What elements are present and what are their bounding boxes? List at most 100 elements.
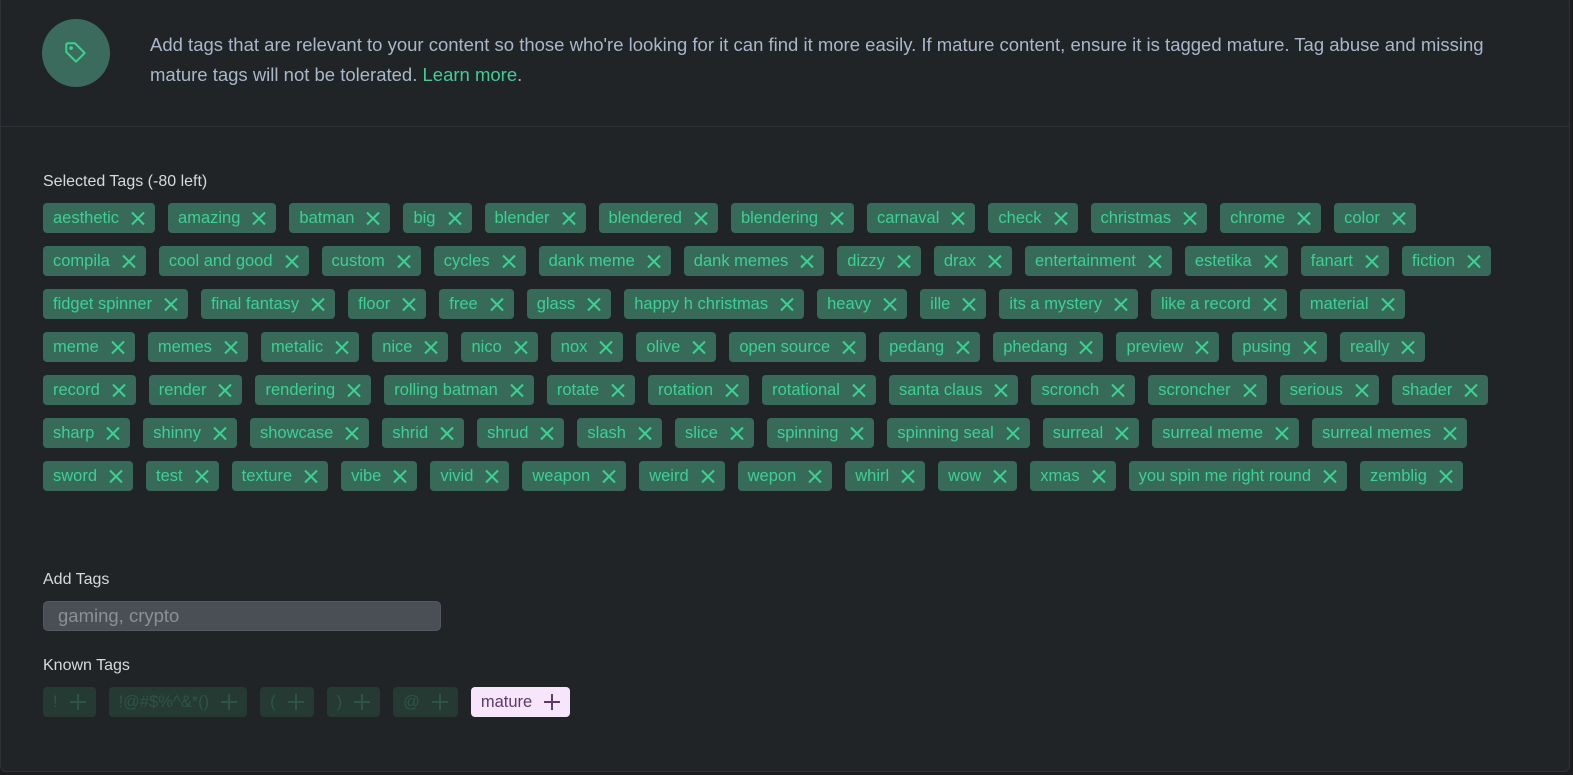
remove-tag-icon[interactable]	[195, 469, 209, 483]
remove-tag-icon[interactable]	[901, 469, 915, 483]
add-tag-icon[interactable]	[431, 694, 448, 710]
remove-tag-icon[interactable]	[962, 297, 976, 311]
remove-tag-icon[interactable]	[850, 426, 864, 440]
add-tag-icon[interactable]	[287, 694, 304, 710]
known-tag[interactable]: !@#$%^&*()	[108, 687, 248, 717]
remove-tag-icon[interactable]	[988, 254, 1002, 268]
remove-tag-icon[interactable]	[311, 297, 325, 311]
remove-tag-icon[interactable]	[1297, 211, 1311, 225]
remove-tag-icon[interactable]	[1303, 340, 1317, 354]
remove-tag-icon[interactable]	[994, 383, 1008, 397]
remove-tag-icon[interactable]	[213, 426, 227, 440]
remove-tag-icon[interactable]	[638, 426, 652, 440]
remove-tag-icon[interactable]	[393, 469, 407, 483]
known-tag[interactable]: mature	[470, 687, 571, 717]
remove-tag-icon[interactable]	[562, 211, 576, 225]
remove-tag-icon[interactable]	[692, 340, 706, 354]
remove-tag-icon[interactable]	[224, 340, 238, 354]
remove-tag-icon[interactable]	[402, 297, 416, 311]
remove-tag-icon[interactable]	[1111, 383, 1125, 397]
remove-tag-icon[interactable]	[345, 426, 359, 440]
remove-tag-icon[interactable]	[1381, 297, 1395, 311]
remove-tag-icon[interactable]	[335, 340, 349, 354]
notice-period: .	[517, 64, 523, 85]
add-tag-icon[interactable]	[544, 694, 561, 710]
remove-tag-icon[interactable]	[540, 426, 554, 440]
remove-tag-icon[interactable]	[111, 340, 125, 354]
known-tag[interactable]: @	[393, 687, 458, 717]
remove-tag-icon[interactable]	[112, 383, 126, 397]
add-tag-icon[interactable]	[354, 694, 371, 710]
remove-tag-icon[interactable]	[252, 211, 266, 225]
remove-tag-icon[interactable]	[1195, 340, 1209, 354]
remove-tag-icon[interactable]	[1464, 383, 1478, 397]
remove-tag-icon[interactable]	[440, 426, 454, 440]
remove-tag-icon[interactable]	[587, 297, 601, 311]
remove-tag-icon[interactable]	[514, 340, 528, 354]
remove-tag-icon[interactable]	[1092, 469, 1106, 483]
remove-tag-icon[interactable]	[109, 469, 123, 483]
remove-tag-icon[interactable]	[106, 426, 120, 440]
remove-tag-icon[interactable]	[1467, 254, 1481, 268]
remove-tag-icon[interactable]	[366, 211, 380, 225]
remove-tag-icon[interactable]	[1439, 469, 1453, 483]
remove-tag-icon[interactable]	[347, 383, 361, 397]
remove-tag-icon[interactable]	[694, 211, 708, 225]
remove-tag-icon[interactable]	[1323, 469, 1337, 483]
remove-tag-icon[interactable]	[852, 383, 866, 397]
remove-tag-icon[interactable]	[510, 383, 524, 397]
remove-tag-icon[interactable]	[1114, 297, 1128, 311]
remove-tag-icon[interactable]	[502, 254, 516, 268]
remove-tag-icon[interactable]	[897, 254, 911, 268]
known-tag[interactable]: !	[43, 687, 96, 717]
add-tag-icon[interactable]	[221, 694, 238, 710]
remove-tag-icon[interactable]	[164, 297, 178, 311]
learn-more-link[interactable]: Learn more	[423, 64, 518, 85]
remove-tag-icon[interactable]	[448, 211, 462, 225]
remove-tag-icon[interactable]	[1264, 254, 1278, 268]
remove-tag-icon[interactable]	[424, 340, 438, 354]
remove-tag-icon[interactable]	[218, 383, 232, 397]
remove-tag-icon[interactable]	[800, 254, 814, 268]
remove-tag-icon[interactable]	[730, 426, 744, 440]
remove-tag-icon[interactable]	[883, 297, 897, 311]
remove-tag-icon[interactable]	[602, 469, 616, 483]
remove-tag-icon[interactable]	[1392, 211, 1406, 225]
remove-tag-icon[interactable]	[842, 340, 856, 354]
remove-tag-icon[interactable]	[993, 469, 1007, 483]
remove-tag-icon[interactable]	[397, 254, 411, 268]
remove-tag-icon[interactable]	[1148, 254, 1162, 268]
remove-tag-icon[interactable]	[1183, 211, 1197, 225]
remove-tag-icon[interactable]	[956, 340, 970, 354]
add-tags-input[interactable]	[43, 601, 441, 631]
remove-tag-icon[interactable]	[490, 297, 504, 311]
remove-tag-icon[interactable]	[1365, 254, 1379, 268]
known-tag[interactable]: )	[326, 687, 381, 717]
remove-tag-icon[interactable]	[599, 340, 613, 354]
add-tag-icon[interactable]	[69, 694, 86, 710]
remove-tag-icon[interactable]	[1401, 340, 1415, 354]
remove-tag-icon[interactable]	[1079, 340, 1093, 354]
known-tag[interactable]: (	[260, 687, 314, 717]
remove-tag-icon[interactable]	[830, 211, 844, 225]
remove-tag-icon[interactable]	[780, 297, 794, 311]
remove-tag-icon[interactable]	[1275, 426, 1289, 440]
remove-tag-icon[interactable]	[1006, 426, 1020, 440]
remove-tag-icon[interactable]	[122, 254, 136, 268]
remove-tag-icon[interactable]	[725, 383, 739, 397]
remove-tag-icon[interactable]	[951, 211, 965, 225]
remove-tag-icon[interactable]	[1355, 383, 1369, 397]
remove-tag-icon[interactable]	[1115, 426, 1129, 440]
remove-tag-icon[interactable]	[808, 469, 822, 483]
remove-tag-icon[interactable]	[611, 383, 625, 397]
remove-tag-icon[interactable]	[1263, 297, 1277, 311]
remove-tag-icon[interactable]	[701, 469, 715, 483]
remove-tag-icon[interactable]	[1443, 426, 1457, 440]
remove-tag-icon[interactable]	[285, 254, 299, 268]
remove-tag-icon[interactable]	[1054, 211, 1068, 225]
remove-tag-icon[interactable]	[304, 469, 318, 483]
remove-tag-icon[interactable]	[485, 469, 499, 483]
remove-tag-icon[interactable]	[647, 254, 661, 268]
remove-tag-icon[interactable]	[131, 211, 145, 225]
remove-tag-icon[interactable]	[1243, 383, 1257, 397]
